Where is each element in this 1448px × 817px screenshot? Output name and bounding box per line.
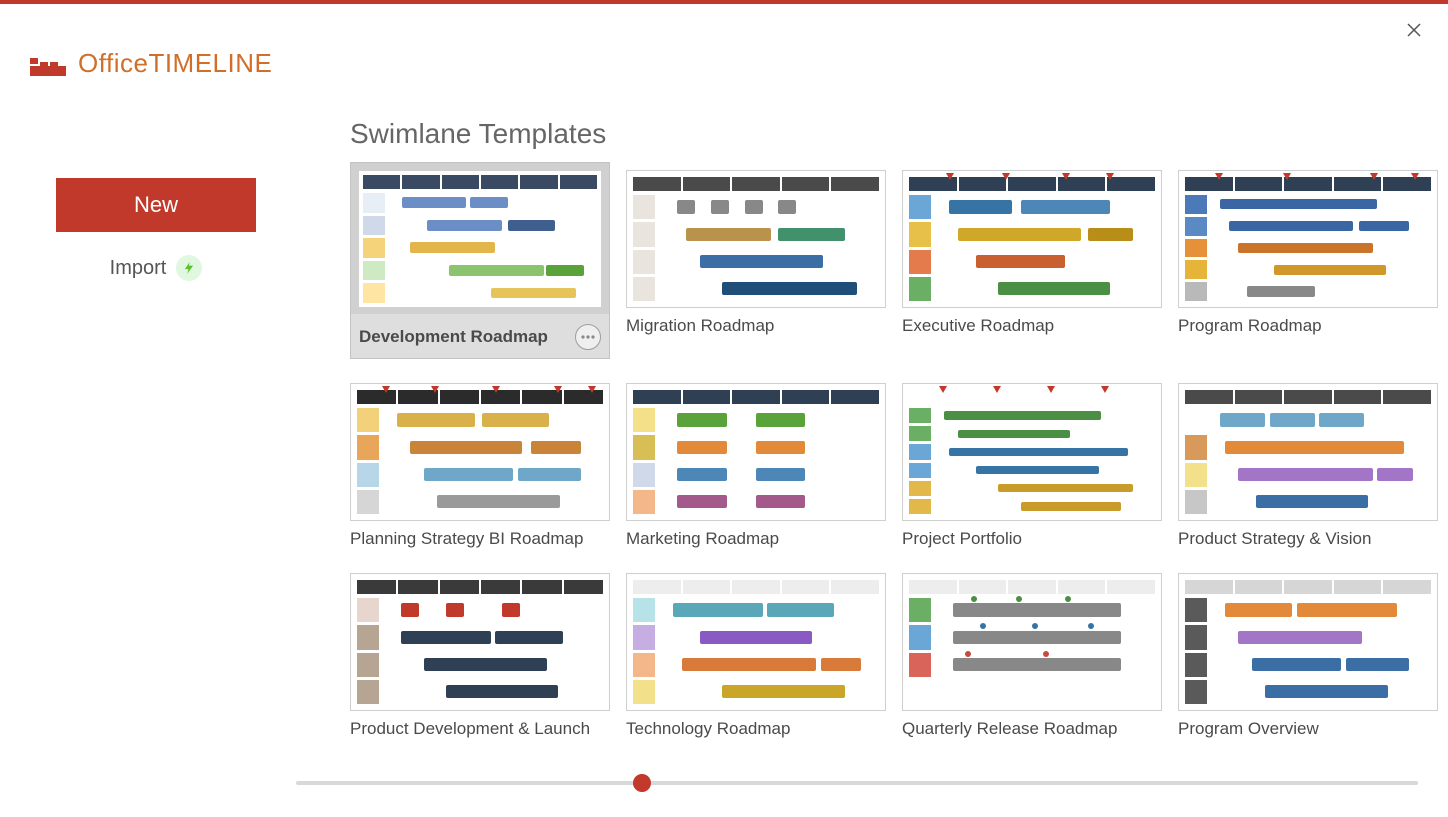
- import-button[interactable]: Import: [56, 248, 256, 288]
- template-card[interactable]: Quarterly Release Roadmap: [902, 573, 1162, 739]
- horizontal-scroll-track[interactable]: [296, 781, 1418, 785]
- template-card[interactable]: Product Development & Launch: [350, 573, 610, 739]
- template-caption-row: Product Strategy & Vision: [1178, 529, 1438, 549]
- template-grid: Development Roadmap Migration Roadmap Ex…: [350, 170, 1428, 739]
- section-heading: Swimlane Templates: [350, 118, 1428, 150]
- template-label: Marketing Roadmap: [626, 529, 779, 549]
- template-caption-row: Program Roadmap: [1178, 316, 1438, 336]
- ellipsis-icon: [581, 335, 595, 339]
- bolt-icon: [182, 261, 196, 275]
- template-label: Executive Roadmap: [902, 316, 1054, 336]
- template-caption-row: Product Development & Launch: [350, 719, 610, 739]
- template-more-button[interactable]: [575, 324, 601, 350]
- sidebar: New Import: [56, 178, 256, 288]
- import-bolt-badge: [176, 255, 202, 281]
- template-card[interactable]: Product Strategy & Vision: [1178, 383, 1438, 549]
- template-caption-row: Migration Roadmap: [626, 316, 886, 336]
- template-label: Migration Roadmap: [626, 316, 774, 336]
- scroll-thumb[interactable]: [633, 774, 651, 792]
- content-area: Swimlane Templates Development Roadmap M…: [350, 118, 1428, 739]
- template-label: Program Overview: [1178, 719, 1319, 739]
- brand: OfficeTIMELINE: [30, 48, 272, 79]
- brand-logo-icon: [30, 50, 66, 78]
- template-caption-row: Project Portfolio: [902, 529, 1162, 549]
- template-label: Development Roadmap: [359, 327, 548, 347]
- template-label: Product Development & Launch: [350, 719, 590, 739]
- template-card[interactable]: Program Roadmap: [1178, 170, 1438, 359]
- template-caption-row: Development Roadmap: [350, 314, 610, 359]
- template-caption-row: Planning Strategy BI Roadmap: [350, 529, 610, 549]
- template-label: Planning Strategy BI Roadmap: [350, 529, 583, 549]
- template-label: Program Roadmap: [1178, 316, 1322, 336]
- template-caption-row: Quarterly Release Roadmap: [902, 719, 1162, 739]
- import-label: Import: [110, 257, 167, 280]
- template-card[interactable]: Marketing Roadmap: [626, 383, 886, 549]
- app-window: OfficeTIMELINE New Import Swimlane Templ…: [0, 0, 1448, 817]
- template-card[interactable]: Technology Roadmap: [626, 573, 886, 739]
- template-card[interactable]: Program Overview: [1178, 573, 1438, 739]
- brand-name: OfficeTIMELINE: [78, 48, 272, 79]
- close-button[interactable]: [1402, 18, 1426, 42]
- template-card[interactable]: Executive Roadmap: [902, 170, 1162, 359]
- template-caption-row: Marketing Roadmap: [626, 529, 886, 549]
- template-label: Quarterly Release Roadmap: [902, 719, 1117, 739]
- new-button[interactable]: New: [56, 178, 256, 232]
- template-label: Technology Roadmap: [626, 719, 790, 739]
- template-label: Product Strategy & Vision: [1178, 529, 1371, 549]
- template-card[interactable]: Project Portfolio: [902, 383, 1162, 549]
- top-stripe: [0, 0, 1448, 4]
- template-label: Project Portfolio: [902, 529, 1022, 549]
- template-caption-row: Executive Roadmap: [902, 316, 1162, 336]
- close-icon: [1407, 23, 1421, 37]
- template-caption-row: Program Overview: [1178, 719, 1438, 739]
- template-caption-row: Technology Roadmap: [626, 719, 886, 739]
- template-card[interactable]: Development Roadmap: [350, 170, 610, 359]
- template-card[interactable]: Planning Strategy BI Roadmap: [350, 383, 610, 549]
- template-card[interactable]: Migration Roadmap: [626, 170, 886, 359]
